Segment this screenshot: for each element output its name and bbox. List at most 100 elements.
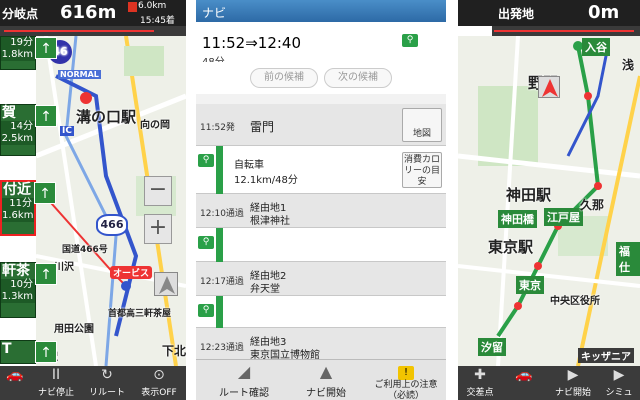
intersection-button[interactable]: ✚ 交差点 bbox=[458, 366, 502, 400]
route-check-label: ルート確認 bbox=[219, 388, 269, 399]
start-point-map-panel: 出発地 0m ⇧ 入谷 bbox=[458, 0, 640, 400]
calorie-button[interactable]: 消費カロリーの目安 bbox=[402, 152, 442, 188]
bicycle-icon: ⚲ bbox=[198, 304, 214, 317]
route-segment-bar bbox=[216, 228, 223, 262]
place-label-shiodome: 汐留 bbox=[478, 338, 506, 356]
warning-icon: ! bbox=[398, 366, 414, 380]
stop-navigation-button[interactable]: II ナビ停止 bbox=[32, 366, 80, 400]
next-candidate-button[interactable]: 次の候補 bbox=[324, 68, 392, 88]
straight-arrow-icon: ↑ bbox=[34, 182, 56, 204]
guide-time: 14分 bbox=[1, 121, 35, 133]
usage-notice-label: ご利用上の注意（必読） bbox=[374, 380, 438, 400]
zoom-out-button[interactable]: − bbox=[144, 176, 172, 206]
car-icon: 🚗 bbox=[6, 367, 24, 383]
road-label: 国道466号 bbox=[62, 245, 108, 255]
place-label-kawasaki: 川沢 bbox=[54, 262, 74, 273]
orbis-warning: オービス bbox=[110, 266, 153, 279]
guide-name: T bbox=[2, 341, 12, 357]
map-view[interactable]: ⇧ 入谷 野駅 浅 神田駅 神田橋 江戸屋 久那 東京駅 東京 中央区役所 汐留… bbox=[458, 36, 640, 366]
pause-icon: II bbox=[51, 367, 61, 383]
route-detail-panel: ナビ 11:52⇒12:40 48分 ⚲ 前の候補 次の候補 11:52発 雷門… bbox=[196, 0, 446, 400]
guide-item-2[interactable]: 賀 14分 2.5km ↑ bbox=[0, 104, 57, 156]
step-row-waypoint-1[interactable]: 12:10通過 経由地1 根津神社 bbox=[196, 194, 446, 228]
station-label-tokyo: 東京駅 bbox=[488, 238, 534, 256]
step-time: 12:17通過 bbox=[200, 277, 244, 287]
bicycle-icon: ⚲ bbox=[198, 154, 214, 167]
route-segment-bar bbox=[216, 146, 223, 194]
reroute-icon: ↻ bbox=[101, 367, 113, 383]
car-mode-button[interactable]: 🚗 bbox=[504, 366, 544, 400]
simulation-label: シミュ bbox=[605, 388, 633, 398]
route-check-button[interactable]: ◢ ルート確認 bbox=[206, 360, 282, 400]
junction-label: 首都高三軒茶屋 bbox=[108, 309, 172, 319]
progress-ruler-bar bbox=[4, 30, 154, 32]
straight-arrow-icon: ↑ bbox=[35, 105, 57, 127]
next-junction-distance: 616m bbox=[60, 2, 117, 23]
display-off-icon: ⊙ bbox=[153, 367, 165, 383]
stop-navigation-label: ナビ停止 bbox=[37, 388, 74, 398]
display-off-label: 表示OFF bbox=[141, 388, 177, 398]
guide-item-4[interactable]: 軒茶 10分 1.3km ↑ bbox=[0, 262, 57, 318]
step-row-waypoint-2[interactable]: 12:17通過 経由地2 弁天堂 bbox=[196, 262, 446, 296]
guide-item-5[interactable]: T ↑ bbox=[0, 340, 57, 364]
display-off-button[interactable]: ⊙ 表示OFF bbox=[134, 366, 184, 400]
start-navigation-label: ナビ開始 bbox=[306, 388, 346, 399]
place-label-chuo: 中央区役所 bbox=[550, 296, 600, 307]
navigation-arrow-icon: ▲ bbox=[319, 362, 333, 381]
guide-name: 付近 bbox=[3, 182, 31, 198]
place-label-shimo: 下北 bbox=[162, 344, 186, 358]
start-navigation-button[interactable]: ▶ ナビ開始 bbox=[550, 366, 596, 400]
step-time: 12:10通過 bbox=[200, 209, 244, 219]
next-junction-label: 分岐点 bbox=[2, 7, 39, 21]
straight-arrow-icon: ↑ bbox=[35, 37, 57, 59]
map-button[interactable]: 地図 bbox=[402, 108, 442, 142]
guide-time: 11分 bbox=[2, 198, 34, 210]
map-mode-badge[interactable]: NORMAL bbox=[58, 70, 101, 79]
simulation-icon: ▶ bbox=[613, 367, 625, 383]
calorie-button-label: 消費カロリーの目安 bbox=[403, 155, 440, 187]
place-label-fukugi: 福仕 bbox=[616, 242, 640, 276]
start-navigation-label: ナビ開始 bbox=[554, 388, 591, 398]
station-label-kanda: 神田駅 bbox=[506, 186, 552, 204]
route-segment-bar bbox=[216, 296, 223, 328]
current-position-icon[interactable] bbox=[538, 76, 560, 98]
guide-time: 19分 bbox=[1, 37, 35, 49]
route-icon: ◢ bbox=[237, 362, 251, 381]
station-label: 溝の口駅 bbox=[76, 108, 137, 126]
step-row-waypoint-3[interactable]: 12:23通過 経由地3 東京国立博物館 bbox=[196, 328, 446, 361]
play-icon: ▶ bbox=[567, 367, 579, 383]
destination-flag-icon bbox=[128, 2, 137, 12]
arrival-time: 15:45着 bbox=[140, 16, 175, 26]
map-view[interactable]: 46 NORMAL 溝の口駅 向の岡 IC IC 466 国道466号 川沢 オ… bbox=[36, 36, 186, 366]
guide-item-1[interactable]: 19分 1.8km ↑ bbox=[0, 36, 57, 70]
place-label-iriya: 入谷 bbox=[582, 38, 610, 56]
bicycle-icon: ⚲ bbox=[198, 236, 214, 249]
place-label-kuramae: 久那 bbox=[580, 198, 605, 212]
route-summary: 11:52⇒12:40 48分 ⚲ bbox=[196, 22, 446, 68]
simulation-button[interactable]: ▶ シミュ bbox=[598, 366, 640, 400]
intersection-label: 交差点 bbox=[466, 388, 494, 398]
step-sub: 弁天堂 bbox=[250, 284, 280, 295]
start-point-label: 出発地 bbox=[498, 7, 535, 21]
step-row-departure[interactable]: 11:52発 雷門 地図 bbox=[196, 104, 446, 146]
step-row-bicycle[interactable]: ⚲ 自転車 12.1km/48分 消費カロリーの目安 bbox=[196, 146, 446, 194]
prev-candidate-button[interactable]: 前の候補 bbox=[250, 68, 318, 88]
car-mode-button[interactable]: 🚗 bbox=[0, 366, 30, 400]
guide-distance: 1.3km bbox=[1, 291, 35, 303]
screenshot-root: 分岐点 616m 6.0km 15:45着 46 NORMAL 溝の口駅 向の岡… bbox=[0, 0, 640, 400]
start-navigation-button[interactable]: ▲ ナビ開始 bbox=[288, 360, 364, 400]
guide-item-3[interactable]: 付近 11分 1.6km ↑ bbox=[0, 180, 56, 236]
guide-name: 賀 bbox=[2, 105, 16, 121]
panel-header: ナビ bbox=[196, 0, 446, 22]
zoom-in-button[interactable]: + bbox=[144, 214, 172, 244]
place-label-kandabashi: 神田橋 bbox=[498, 210, 537, 228]
place-label-edoya: 江戸屋 bbox=[544, 208, 583, 226]
map-button-label: 地図 bbox=[412, 129, 431, 139]
usage-notice-button[interactable]: ! ご利用上の注意（必読） bbox=[368, 360, 444, 400]
step-name: 雷門 bbox=[250, 120, 275, 134]
step-name: 自転車 bbox=[234, 160, 264, 171]
current-position-icon[interactable] bbox=[154, 272, 178, 296]
reroute-button[interactable]: ↻ リルート bbox=[84, 366, 130, 400]
place-label-tokyo: 東京 bbox=[516, 276, 544, 294]
place-label-asakusa: 浅 bbox=[622, 58, 635, 72]
